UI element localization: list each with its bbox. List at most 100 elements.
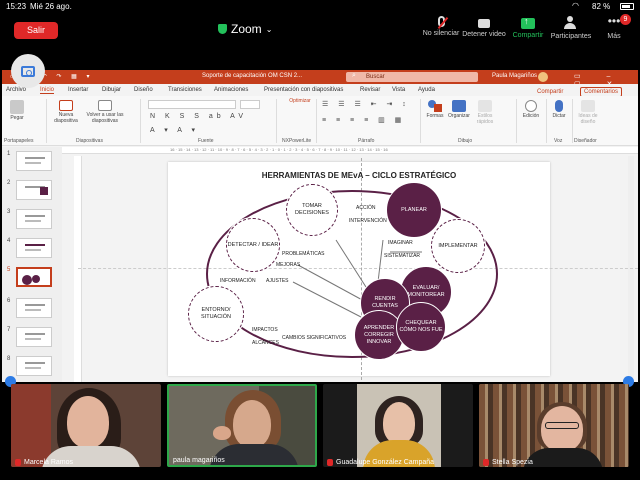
- tab-revisar[interactable]: Revisar: [360, 87, 380, 93]
- quick-styles-button[interactable]: Estilos rápidos: [472, 100, 498, 125]
- slide-canvas[interactable]: HERRAMIENTAS DE MEvA – CICLO ESTRATÉGICO…: [78, 158, 638, 380]
- leave-meeting-button[interactable]: Salir: [14, 22, 58, 39]
- participants-label: Participantes: [550, 33, 592, 40]
- slide-thumbnail-3[interactable]: [16, 209, 52, 229]
- slide-title: HERRAMIENTAS DE MEvA – CICLO ESTRATÉGICO: [261, 171, 457, 180]
- alignment-buttons[interactable]: ≡ ≡ ≡ ≡ ▥ ▦: [322, 116, 405, 124]
- design-ideas-button[interactable]: Ideas de diseño: [574, 100, 602, 125]
- share-screen-icon: [521, 16, 535, 29]
- tab-animaciones[interactable]: Animaciones: [214, 87, 248, 93]
- slide-thumbnail-8[interactable]: [16, 356, 52, 376]
- ruler-marks: 16 · 15 · 14 · 13 · 12 · 11 · 10 · 9 · 8…: [170, 147, 388, 152]
- ribbon: Pegar Nueva diapositiva Volver a usar la…: [2, 96, 638, 146]
- slide-thumbnails: 1 2 3 4 5 6 7 8: [2, 147, 62, 382]
- camera-icon: [21, 65, 35, 77]
- horizontal-ruler: 16 · 15 · 14 · 13 · 12 · 11 · 10 · 9 · 8…: [62, 147, 638, 154]
- participant-tile-1[interactable]: Marcela Ramos: [11, 384, 161, 467]
- font-format-buttons[interactable]: N K S S ab AV: [150, 113, 247, 120]
- optimize-button[interactable]: Optimizar: [282, 98, 318, 104]
- unmute-label: No silenciar: [422, 30, 460, 37]
- vertical-ruler: [74, 156, 82, 382]
- paragraph-buttons[interactable]: ☰ ☰ ☰ ⇤ ⇥ ↕: [322, 100, 410, 108]
- label-informacion: INFORMACIÓN: [220, 278, 256, 284]
- label-impactos: IMPACTOS: [252, 327, 278, 333]
- participant-name: Stella Spezia: [483, 459, 533, 466]
- zoom-title-menu[interactable]: Zoom ⌄: [218, 22, 272, 36]
- avatar[interactable]: [538, 72, 548, 82]
- battery-icon: [620, 3, 634, 10]
- circle-planear: PLANEAR: [386, 182, 442, 238]
- participant-strip: Marcela Ramos paula magariños Guadalupe …: [0, 376, 640, 480]
- participant-tile-2[interactable]: paula magariños: [167, 384, 317, 467]
- tab-ayuda[interactable]: Ayuda: [418, 87, 435, 93]
- security-shield-icon: [218, 24, 227, 34]
- slide-number: 7: [7, 327, 11, 333]
- circle-detectar-idear: DETECTAR / IDEAR: [226, 218, 280, 272]
- label-problematicas: PROBLEMÁTICAS: [282, 251, 325, 257]
- tab-inicio[interactable]: Inicio: [40, 87, 55, 94]
- tab-transiciones[interactable]: Transiciones: [168, 87, 202, 93]
- participant-tile-3[interactable]: Guadalupe González Campaña: [323, 384, 473, 467]
- shapes-button[interactable]: Formas: [424, 100, 446, 119]
- circle-implementar: IMPLEMENTAR: [431, 219, 485, 273]
- more-button[interactable]: ••• Más: [588, 15, 640, 46]
- document-title: Soporte de capacitación OM CSN 2...: [202, 73, 303, 79]
- status-bar: 15:23 Mié 26 ago. ◠ 82 %: [0, 0, 640, 14]
- arrange-label: Organizar: [448, 113, 470, 119]
- circle-chequear: CHEQUEAR CÓMO NOS FUE: [396, 302, 446, 352]
- tab-insertar[interactable]: Insertar: [68, 87, 88, 93]
- slide-thumbnail-4[interactable]: [16, 238, 52, 258]
- arrange-icon: [452, 100, 466, 112]
- shapes-label: Formas: [426, 113, 444, 119]
- paste-button[interactable]: Pegar: [6, 100, 28, 121]
- editing-button[interactable]: Edición: [520, 100, 542, 119]
- search-input[interactable]: Buscar: [346, 72, 478, 82]
- share-screen-label: Compartir: [512, 32, 544, 39]
- reuse-slides-button[interactable]: Volver a usar las diapositivas: [86, 100, 124, 124]
- arrange-button[interactable]: Organizar: [446, 100, 472, 119]
- tab-vista[interactable]: Vista: [392, 87, 405, 93]
- battery-percent: 82 %: [592, 2, 611, 11]
- group-designer: Diseñador: [574, 138, 597, 144]
- status-time: 15:23: [6, 2, 27, 11]
- tab-dibujar[interactable]: Dibujar: [102, 87, 121, 93]
- tab-diseno[interactable]: Diseño: [134, 87, 153, 93]
- slide-thumbnail-5[interactable]: [16, 267, 52, 287]
- status-date: Mié 26 ago.: [30, 2, 72, 11]
- label-imaginar: IMAGINAR: [388, 240, 413, 246]
- font-size-box[interactable]: [240, 100, 260, 109]
- slide-thumbnail-6[interactable]: [16, 298, 52, 318]
- group-nxpowerlite: NXPowerLite: [282, 138, 312, 144]
- group-drawing: Dibujo: [458, 138, 473, 144]
- label-ajustes: AJUSTES: [266, 278, 289, 284]
- slide-number: 6: [7, 298, 11, 304]
- label-sistematizar: SISTEMATIZAR: [384, 253, 421, 259]
- participant-name: paula magariños: [173, 457, 225, 464]
- font-name-box[interactable]: [148, 100, 236, 109]
- design-ideas-icon: [581, 100, 595, 112]
- camera-switch-button[interactable]: [11, 54, 45, 88]
- slide-thumbnail-1[interactable]: [16, 151, 52, 171]
- participants-icon: [563, 16, 579, 30]
- font-color-buttons[interactable]: A ▾ A ▾: [150, 126, 199, 134]
- label-alcances: ALCANCES: [252, 340, 279, 346]
- circle-entorno-situacion: ENTORNO/ SITUACIÓN: [188, 286, 244, 342]
- user-name: Paula Magariños: [492, 73, 538, 79]
- tab-archivo[interactable]: Archivo: [6, 87, 26, 93]
- camera-icon: [478, 19, 490, 28]
- paste-label: Pegar: [10, 115, 24, 121]
- new-slide-button[interactable]: Nueva diapositiva: [50, 100, 82, 124]
- dictate-button[interactable]: Dictar: [548, 100, 570, 119]
- label-accion: ACCIÓN: [356, 205, 376, 211]
- slide-thumbnail-2[interactable]: [16, 180, 52, 200]
- design-ideas-label: Ideas de diseño: [578, 113, 598, 125]
- participant-count-badge: 9: [620, 14, 631, 25]
- more-label: Más: [607, 33, 621, 40]
- participant-tile-4[interactable]: Stella Spezia: [479, 384, 629, 467]
- slide-thumbnail-7[interactable]: [16, 327, 52, 347]
- ppt-titlebar: ▭ ◯ ↶ ↷ ▦ ▾ Soporte de capacitación OM C…: [2, 70, 638, 88]
- new-slide-icon: [59, 100, 73, 111]
- scrollbar[interactable]: [628, 156, 634, 382]
- label-cambios-significativos: CAMBIOS SIGNIFICATIVOS: [282, 335, 347, 341]
- tab-presentacion[interactable]: Presentación con diapositivas: [264, 87, 343, 93]
